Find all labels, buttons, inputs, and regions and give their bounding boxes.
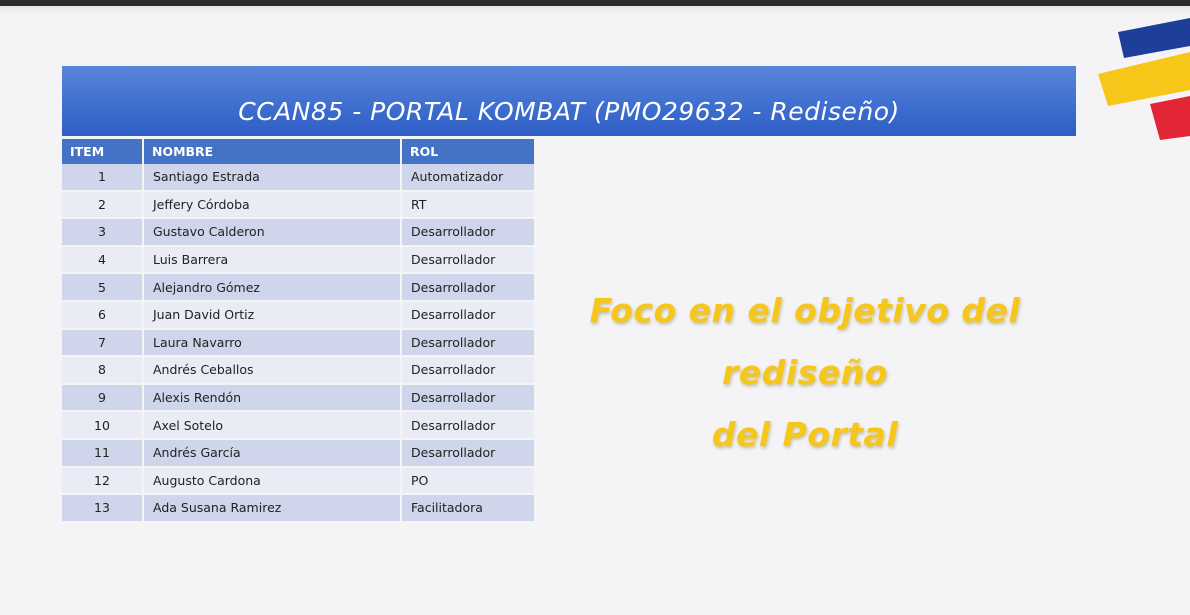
- cell-rol: Automatizador: [402, 164, 534, 192]
- cell-rol: Desarrollador: [402, 384, 534, 413]
- cell-nombre: Juan David Ortiz: [144, 301, 402, 330]
- table-row: 12 Augusto Cardona PO: [62, 467, 534, 496]
- cell-nombre: Jeffery Córdoba: [144, 191, 402, 220]
- table-row: 6 Juan David Ortiz Desarrollador: [62, 301, 534, 330]
- cell-item: 8: [62, 357, 144, 385]
- column-header-rol: ROL: [402, 139, 534, 164]
- team-table: ITEM NOMBRE ROL 1 Santiago Estrada Autom…: [62, 139, 534, 523]
- cell-rol: Desarrollador: [402, 219, 534, 247]
- cell-nombre: Gustavo Calderon: [144, 219, 402, 247]
- cell-nombre: Augusto Cardona: [144, 467, 402, 496]
- table-row: 11 Andrés García Desarrollador: [62, 439, 534, 468]
- table-row: 7 Laura Navarro Desarrollador: [62, 329, 534, 358]
- table-row: 3 Gustavo Calderon Desarrollador: [62, 219, 534, 247]
- cell-item: 2: [62, 191, 144, 220]
- logo-yellow-stripe: [1098, 52, 1190, 106]
- cell-item: 7: [62, 329, 144, 358]
- focus-line-1: Foco en el objetivo del rediseño: [589, 291, 1021, 392]
- cell-item: 13: [62, 495, 144, 523]
- focus-statement: Foco en el objetivo del rediseño del Por…: [545, 280, 1065, 466]
- cell-rol: Desarrollador: [402, 412, 534, 440]
- cell-nombre: Luis Barrera: [144, 246, 402, 275]
- cell-item: 10: [62, 412, 144, 440]
- cell-item: 1: [62, 164, 144, 192]
- cell-item: 5: [62, 274, 144, 302]
- cell-nombre: Andrés Ceballos: [144, 357, 402, 385]
- cell-item: 11: [62, 439, 144, 468]
- cell-nombre: Laura Navarro: [144, 329, 402, 358]
- logo-blue-stripe: [1118, 18, 1190, 58]
- focus-line-2: del Portal: [711, 415, 899, 454]
- cell-item: 3: [62, 219, 144, 247]
- cell-rol: RT: [402, 191, 534, 220]
- table-row: 10 Axel Sotelo Desarrollador: [62, 412, 534, 440]
- cell-nombre: Andrés García: [144, 439, 402, 468]
- column-header-item: ITEM: [62, 139, 144, 164]
- table-row: 5 Alejandro Gómez Desarrollador: [62, 274, 534, 302]
- cell-nombre: Axel Sotelo: [144, 412, 402, 440]
- column-header-nombre: NOMBRE: [144, 139, 402, 164]
- cell-rol: Desarrollador: [402, 301, 534, 330]
- table-row: 2 Jeffery Córdoba RT: [62, 191, 534, 220]
- cell-item: 9: [62, 384, 144, 413]
- cell-rol: Facilitadora: [402, 495, 534, 523]
- cell-nombre: Alejandro Gómez: [144, 274, 402, 302]
- cell-rol: Desarrollador: [402, 439, 534, 468]
- cell-rol: PO: [402, 467, 534, 496]
- top-bar-shadow: [0, 6, 1190, 14]
- table-header-row: ITEM NOMBRE ROL: [62, 139, 534, 164]
- table-row: 4 Luis Barrera Desarrollador: [62, 246, 534, 275]
- table-row: 9 Alexis Rendón Desarrollador: [62, 384, 534, 413]
- cell-nombre: Alexis Rendón: [144, 384, 402, 413]
- cell-item: 4: [62, 246, 144, 275]
- table-row: 8 Andrés Ceballos Desarrollador: [62, 357, 534, 385]
- table-row: 1 Santiago Estrada Automatizador: [62, 164, 534, 192]
- table-row: 13 Ada Susana Ramirez Facilitadora: [62, 495, 534, 523]
- logo-red-stripe: [1150, 96, 1190, 140]
- cell-rol: Desarrollador: [402, 274, 534, 302]
- cell-rol: Desarrollador: [402, 329, 534, 358]
- brand-logo-icon: [1098, 18, 1190, 140]
- slide-title: CCAN85 - PORTAL KOMBAT (PMO29632 - Redis…: [238, 96, 900, 126]
- cell-nombre: Ada Susana Ramirez: [144, 495, 402, 523]
- cell-rol: Desarrollador: [402, 357, 534, 385]
- cell-item: 6: [62, 301, 144, 330]
- cell-nombre: Santiago Estrada: [144, 164, 402, 192]
- slide-title-banner: CCAN85 - PORTAL KOMBAT (PMO29632 - Redis…: [62, 66, 1076, 136]
- cell-rol: Desarrollador: [402, 246, 534, 275]
- cell-item: 12: [62, 467, 144, 496]
